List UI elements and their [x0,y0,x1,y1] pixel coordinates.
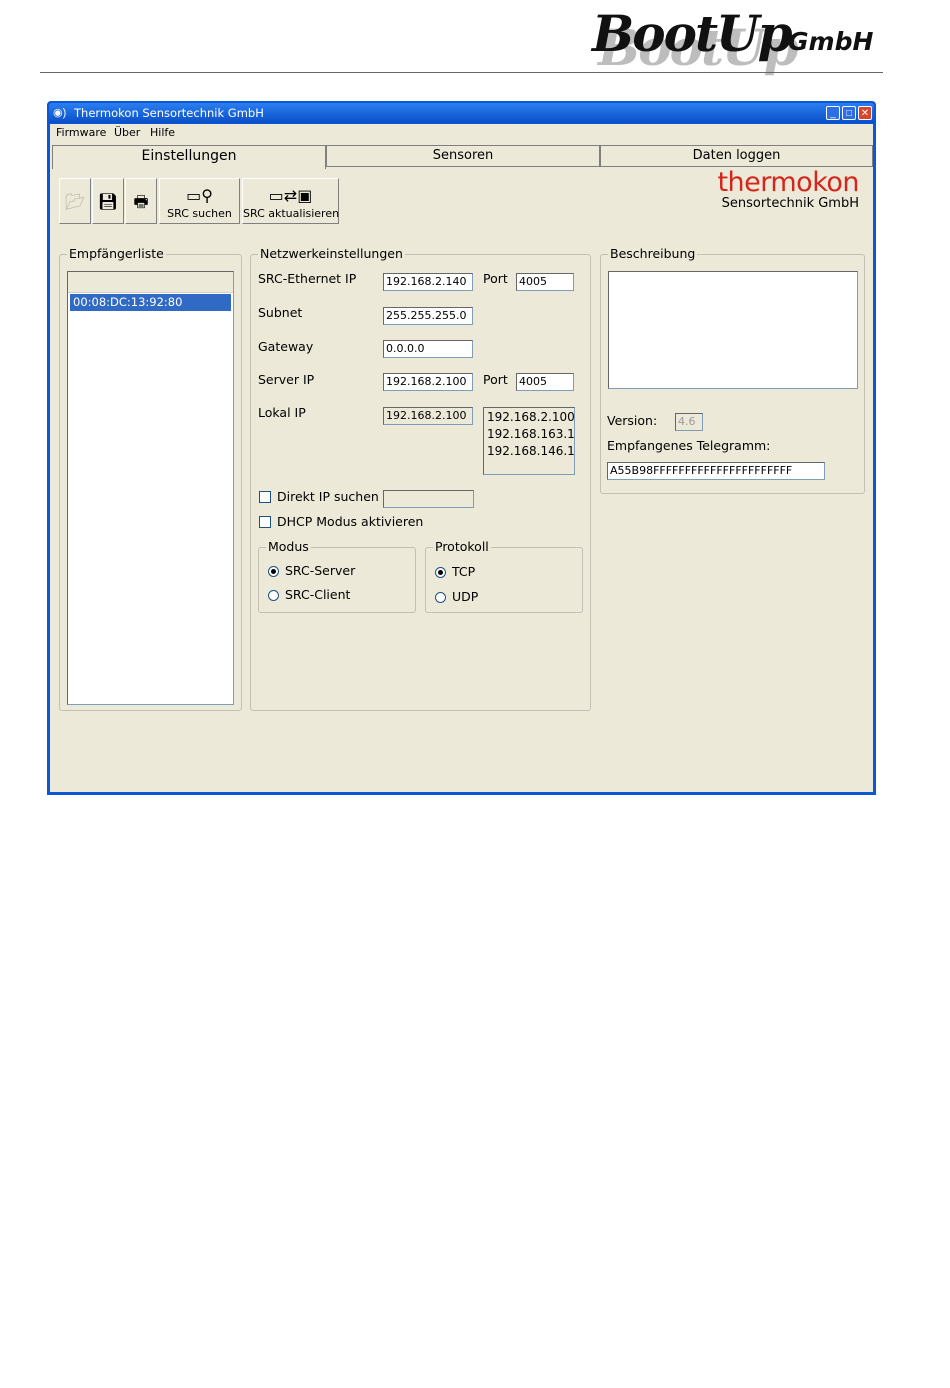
save-button[interactable]: 💾︎ [92,178,124,224]
udp-radio[interactable] [435,592,446,603]
header-divider [40,72,883,73]
direct-ip-checkbox[interactable] [259,491,271,503]
gateway-field[interactable]: 0.0.0.0 [383,340,473,358]
version-field: 4.6 [675,413,703,431]
dhcp-label: DHCP Modus aktivieren [277,514,424,529]
description-group: Beschreibung Version: 4.6 Empfangenes Te… [600,246,865,494]
close-button[interactable]: ✕ [858,106,872,120]
udp-label: UDP [452,589,479,604]
src-port-field[interactable]: 4005 [516,273,574,291]
menu-hilfe[interactable]: Hilfe [150,126,175,139]
local-ip-field: 192.168.2.100 [383,407,473,425]
receiver-list-title: Empfängerliste [67,246,166,262]
server-ip-field[interactable]: 192.168.2.100 [383,373,473,391]
server-port-label: Port [483,372,508,387]
receiver-list-header [68,272,233,293]
thermokon-logo-subtitle: Sensortechnik GmbH [721,196,859,211]
direct-ip-field[interactable] [383,490,474,508]
list-item[interactable]: 192.168.163.1 [487,426,575,443]
client-area: Firmware Über Hilfe Einstellungen Sensor… [50,124,873,792]
menu-firmware[interactable]: Firmware [56,126,106,139]
app-window: ◉) Thermokon Sensortechnik GmbH _ □ ✕ Fi… [47,101,876,795]
telegram-label: Empfangenes Telegramm: [607,438,771,453]
receiver-list[interactable]: 00:08:DC:13:92:80 [67,271,234,705]
src-search-button[interactable]: ▭⚲ SRC suchen [159,178,240,224]
title-bar[interactable]: ◉) Thermokon Sensortechnik GmbH _ □ ✕ [49,103,874,123]
server-ip-label: Server IP [258,372,315,387]
receiver-list-group: Empfängerliste 00:08:DC:13:92:80 [59,246,242,711]
tab-sensoren[interactable]: Sensoren [326,145,600,167]
local-ip-list[interactable]: 192.168.2.100 192.168.163.1 192.168.146.… [483,407,575,475]
dhcp-checkbox[interactable] [259,516,271,528]
bootup-logo-suffix: GmbH [788,27,874,56]
src-port-label: Port [483,271,508,286]
protocol-title: Protokoll [433,539,491,555]
protocol-group: Protokoll TCP UDP [425,539,583,613]
list-item[interactable]: 192.168.146.1 [487,443,575,460]
list-item[interactable]: 00:08:DC:13:92:80 [70,294,231,311]
bootup-logo-text: BootUp [592,4,793,63]
tcp-radio[interactable] [435,567,446,578]
thermokon-logo-text: thermokon [717,167,859,198]
mode-title: Modus [266,539,311,555]
src-update-label: SRC aktualisieren [243,207,340,220]
thermokon-logo: thermokon Sensortechnik GmbH [698,168,863,218]
src-client-label: SRC-Client [285,587,351,602]
gateway-label: Gateway [258,339,314,354]
src-server-radio[interactable] [268,566,279,577]
window-title: Thermokon Sensortechnik GmbH [74,106,264,120]
network-settings-title: Netzwerkeinstellungen [258,246,405,262]
menu-ueber[interactable]: Über [114,126,140,139]
src-ip-field[interactable]: 192.168.2.140 [383,273,473,291]
description-textarea[interactable] [608,271,858,389]
version-label: Version: [607,413,658,428]
bootup-logo: BootUp BootUp GmbH [592,4,892,77]
app-icon: ◉) [53,107,67,119]
menu-bar: Firmware Über Hilfe [50,124,873,142]
src-client-radio[interactable] [268,590,279,601]
tab-einstellungen[interactable]: Einstellungen [52,145,326,169]
printer-icon: 🖶 [133,192,149,211]
server-port-field[interactable]: 4005 [516,373,574,391]
minimize-button[interactable]: _ [826,106,840,120]
src-ip-label: SRC-Ethernet IP [258,271,357,286]
local-ip-label: Lokal IP [258,405,306,420]
mode-group: Modus SRC-Server SRC-Client [258,539,416,613]
subnet-label: Subnet [258,305,303,320]
src-server-label: SRC-Server [285,563,356,578]
binoculars-icon: ▭⚲ [186,186,213,205]
open-button[interactable]: 📂︎ [59,178,91,224]
tab-daten-loggen[interactable]: Daten loggen [600,145,873,167]
telegram-field[interactable]: A55B98FFFFFFFFFFFFFFFFFFFFFF [607,462,825,480]
subnet-field[interactable]: 255.255.255.0 [383,307,473,325]
floppy-disk-icon: 💾︎ [97,192,119,211]
maximize-button[interactable]: □ [842,106,856,120]
print-button[interactable]: 🖶 [125,178,157,224]
src-search-label: SRC suchen [167,207,232,220]
tcp-label: TCP [452,564,476,579]
direct-ip-label: Direkt IP suchen [277,489,379,504]
description-title: Beschreibung [608,246,698,262]
network-update-icon: ▭⇄▣ [268,186,313,205]
network-settings-group: Netzwerkeinstellungen SRC-Ethernet IP 19… [250,246,591,711]
src-update-button[interactable]: ▭⇄▣ SRC aktualisieren [242,178,339,224]
folder-open-icon: 📂︎ [64,192,86,211]
list-item[interactable]: 192.168.2.100 [487,409,575,426]
